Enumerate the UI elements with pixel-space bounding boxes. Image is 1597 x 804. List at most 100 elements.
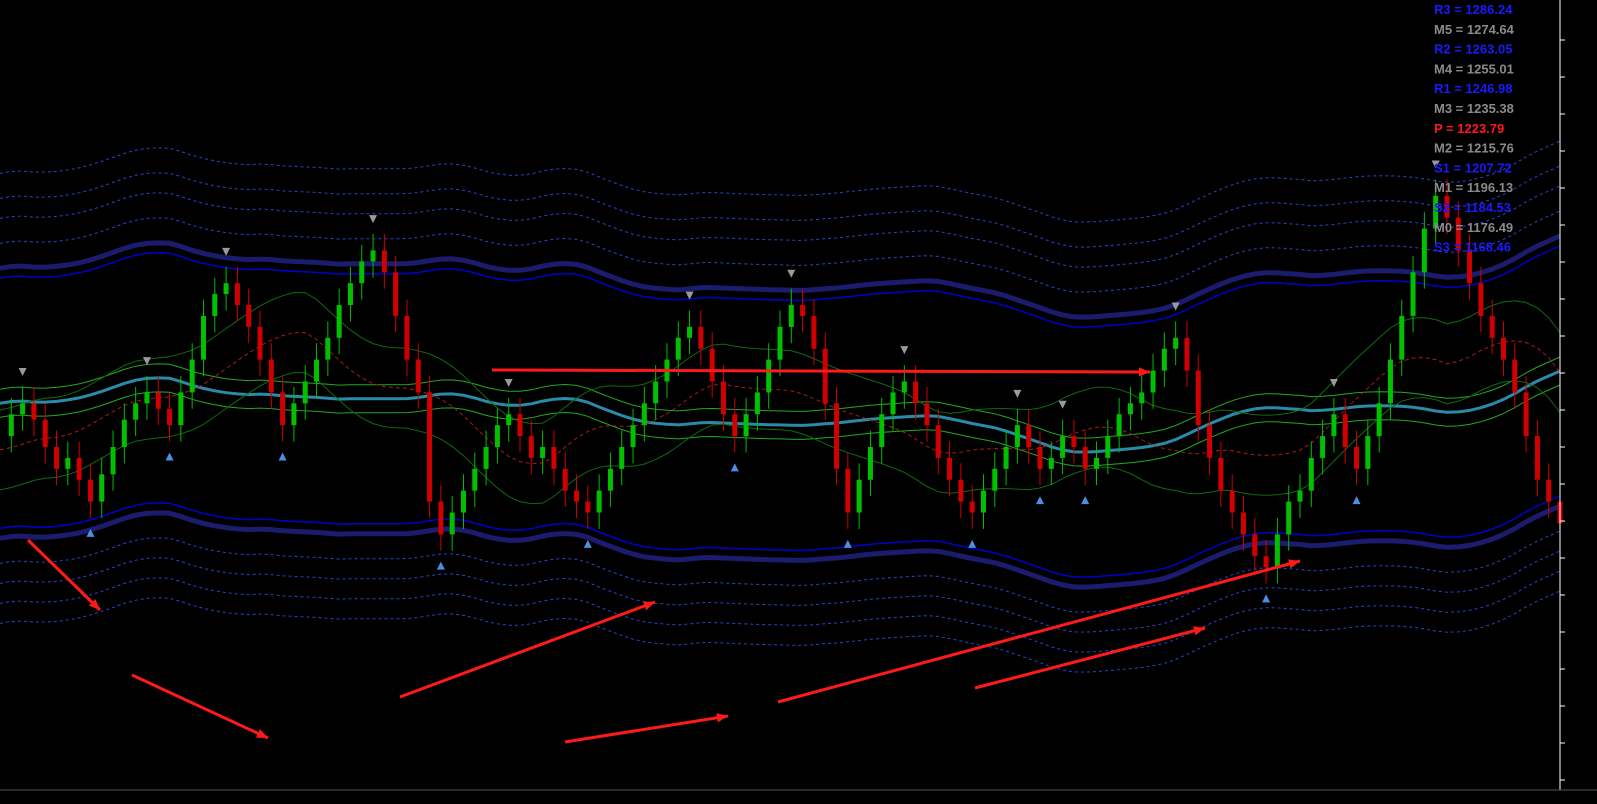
buy-signal-arrow — [278, 452, 287, 461]
candle-body — [200, 315, 206, 360]
trend-arrow-line — [777, 559, 1301, 704]
trend-arrow-line — [491, 368, 1151, 374]
candle-body — [370, 250, 376, 262]
candle-body — [1037, 447, 1043, 469]
candle-body — [980, 490, 986, 513]
candle-body — [1534, 436, 1540, 480]
candle-body — [1331, 414, 1337, 437]
candle-body — [1478, 283, 1484, 316]
buy-signal-arrow — [436, 561, 445, 570]
candle-body — [1139, 392, 1145, 404]
buy-signal-arrow — [1081, 496, 1090, 505]
candle-body — [325, 337, 331, 360]
candle-body — [449, 512, 455, 535]
candle-body — [800, 305, 806, 316]
sell-signal-arrow — [1013, 389, 1022, 398]
candle-body — [1546, 479, 1552, 502]
candle-body — [472, 468, 478, 491]
candle-body — [212, 294, 218, 316]
candle-body — [347, 283, 353, 306]
pivot-label-resistance: R2 = 1263.05 — [1434, 42, 1512, 57]
candle-body — [1512, 359, 1518, 393]
buy-signal-arrow — [968, 539, 977, 548]
candle-body — [517, 414, 523, 437]
sell-signal-arrow — [1329, 378, 1338, 387]
trend-arrow-line — [399, 600, 656, 699]
candle-body — [359, 261, 365, 284]
lower-band-dotted — [0, 590, 1561, 673]
candle-body — [596, 490, 602, 513]
candle-body — [720, 381, 726, 415]
upper-band-dotted — [0, 165, 1561, 248]
trend-arrow-line — [564, 714, 729, 744]
candle-body — [1026, 425, 1032, 447]
pivot-label-mid: M0 = 1176.49 — [1434, 220, 1513, 235]
candle-body — [1467, 250, 1473, 284]
pivot-label-mid: M5 = 1274.64 — [1434, 22, 1515, 37]
candle-body — [167, 408, 173, 426]
candle-body — [675, 337, 681, 360]
candle-body — [947, 457, 953, 480]
candle-body — [381, 250, 387, 273]
candle-body — [619, 447, 625, 469]
candle-body — [20, 403, 26, 415]
candle-body — [483, 447, 489, 469]
candle-body — [280, 392, 286, 426]
buy-signal-arrow — [730, 463, 739, 472]
candle-body — [1297, 490, 1303, 502]
candle-body — [732, 414, 738, 437]
candle-body — [189, 359, 195, 393]
candle-body — [653, 381, 659, 404]
trend-arrow-line — [974, 626, 1206, 690]
candle-body — [110, 447, 116, 475]
candle-body — [1048, 457, 1054, 469]
candle-body — [709, 348, 715, 382]
candle-body — [935, 425, 941, 458]
upper-band-dotted — [0, 185, 1561, 268]
candle-body — [834, 403, 840, 469]
pivot-label-support: S1 = 1207.72 — [1434, 160, 1512, 175]
candle-body — [924, 403, 930, 426]
candle-body — [121, 419, 127, 447]
candle-body — [1003, 447, 1009, 469]
candle-body — [879, 414, 885, 447]
sell-signal-arrow — [1058, 400, 1067, 409]
candle-body — [268, 359, 274, 393]
candle-body — [1376, 403, 1382, 437]
candle-body — [1116, 414, 1122, 437]
candle-body — [1105, 436, 1111, 458]
candle-body — [811, 315, 817, 349]
candle-body — [574, 490, 580, 502]
candle-body — [178, 392, 184, 426]
candle-body — [1229, 490, 1235, 513]
candle-body — [133, 403, 139, 420]
candle-body — [1320, 436, 1326, 458]
candle-body — [1161, 348, 1167, 371]
candle-body — [1523, 392, 1529, 437]
candle-body — [687, 326, 693, 338]
lower-band — [0, 495, 1561, 578]
candle-body — [958, 479, 964, 502]
trend-arrow-head — [1138, 367, 1150, 377]
buy-signal-arrow — [1036, 496, 1044, 505]
pivot-label-support: S3 = 1168.46 — [1434, 240, 1511, 255]
candle-body — [234, 283, 240, 306]
center-line — [0, 369, 1561, 454]
candle-body — [460, 490, 466, 513]
candle-body — [404, 315, 410, 360]
candle-body — [1252, 534, 1258, 557]
candle-body — [585, 501, 591, 513]
candle-body — [336, 305, 342, 338]
candle-body — [8, 414, 14, 437]
candle-body — [1071, 436, 1077, 447]
candle-body — [1218, 457, 1224, 491]
candle-body — [867, 447, 873, 480]
sell-signal-arrow — [18, 368, 27, 377]
candle-body — [1184, 337, 1190, 371]
candle-body — [641, 403, 647, 426]
sell-signal-arrow — [787, 269, 796, 278]
pivot-label-mid: M1 = 1196.13 — [1434, 180, 1513, 195]
candle-body — [1173, 337, 1179, 349]
candle-body — [42, 419, 48, 447]
candle-body — [1387, 359, 1393, 404]
